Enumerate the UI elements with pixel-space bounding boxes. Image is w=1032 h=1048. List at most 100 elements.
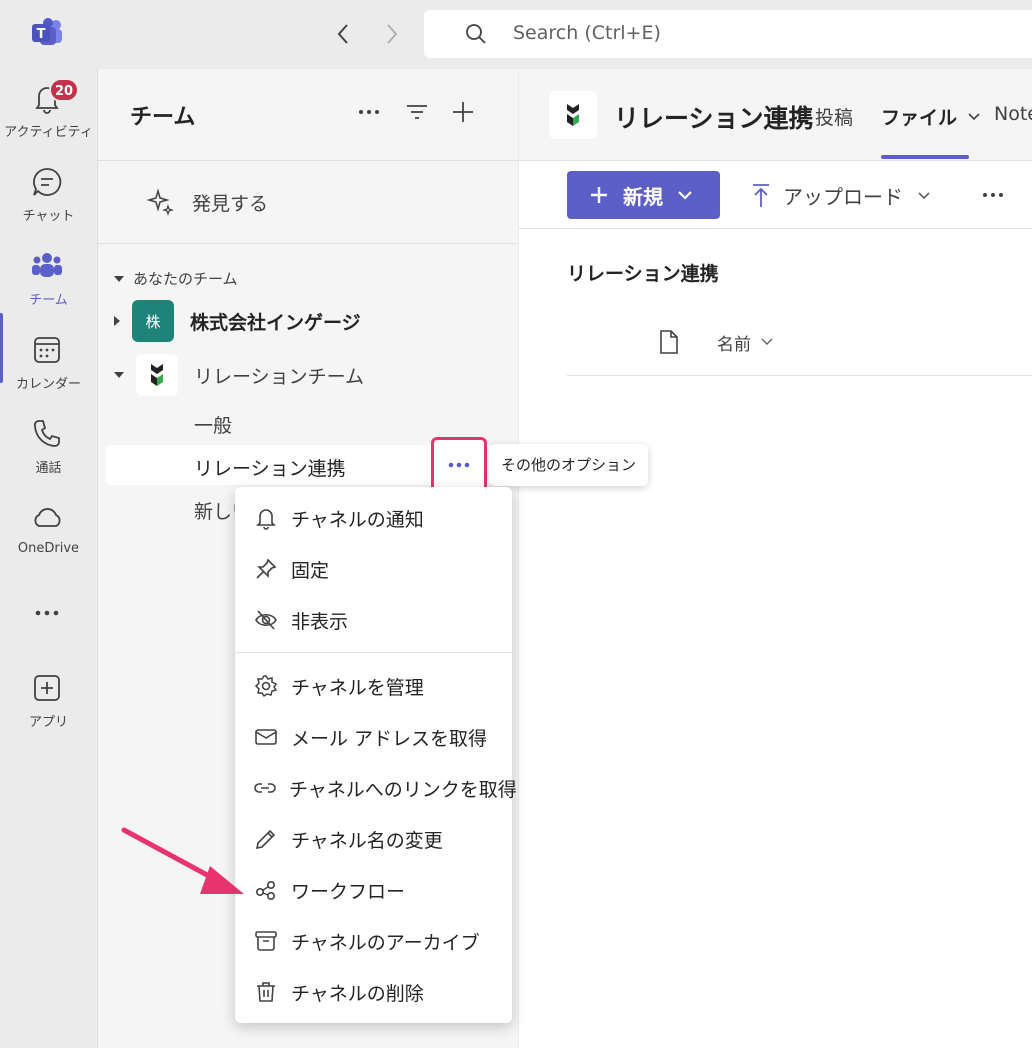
- bell-icon: [253, 505, 279, 531]
- pin-icon: [253, 556, 279, 582]
- back-button[interactable]: [331, 20, 355, 48]
- menu-item-rename[interactable]: チャネル名の変更: [235, 817, 512, 861]
- workflow-icon: [253, 877, 279, 903]
- menu-item-archive[interactable]: チャネルのアーカイブ: [235, 919, 512, 963]
- tab-notes[interactable]: Note: [994, 103, 1032, 125]
- search-input[interactable]: Search (Ctrl+E): [424, 10, 1032, 58]
- menu-item-label: 非表示: [291, 610, 349, 633]
- page-title: チーム: [130, 105, 196, 130]
- rail-label: チャット: [22, 209, 75, 224]
- rail-item-chat[interactable]: チャット: [0, 153, 97, 231]
- file-icon: [660, 330, 678, 354]
- sparkle-icon: [146, 188, 174, 216]
- new-button[interactable]: 新規: [567, 171, 720, 219]
- plus-icon: [591, 187, 607, 203]
- gear-icon: [253, 673, 279, 699]
- toolbar-more-button[interactable]: [981, 181, 1005, 209]
- menu-item-label: チャネルへのリンクを取得: [289, 778, 517, 801]
- rail-item-onedrive[interactable]: OneDrive: [0, 489, 97, 567]
- chevron-down-icon: [678, 191, 692, 200]
- mail-icon: [253, 724, 279, 750]
- channel-context-menu: チャネルの通知 固定 非表示 チャネルを管理 メール アドレスを取得 チャネルへ…: [235, 487, 517, 1023]
- more-icon: [359, 110, 379, 114]
- chevron-down-icon: [761, 338, 773, 345]
- channel-item-general[interactable]: 一般: [194, 411, 232, 438]
- title-bar: T Search (Ctrl+E): [0, 0, 1032, 69]
- menu-item-pin[interactable]: 固定: [235, 547, 512, 591]
- tab-files[interactable]: ファイル: [881, 103, 981, 130]
- rail-item-apps[interactable]: アプリ: [0, 659, 97, 737]
- menu-item-label: メール アドレスを取得: [291, 727, 488, 750]
- plus-icon: [453, 102, 473, 122]
- rail-more-button[interactable]: [0, 584, 97, 634]
- forward-button[interactable]: [380, 20, 404, 48]
- team-item-relation[interactable]: リレーションチーム: [114, 354, 364, 396]
- menu-item-label: チャネル名の変更: [291, 829, 443, 852]
- more-icon: [983, 193, 1003, 197]
- annotation-arrow-icon: [121, 827, 244, 894]
- divider: [567, 375, 1032, 376]
- files-toolbar: 新規 アップロード: [519, 161, 1032, 229]
- menu-item-label: チャネルの通知: [291, 508, 424, 531]
- team-avatar: [136, 354, 178, 396]
- menu-item-label: チャネルのアーカイブ: [291, 931, 480, 954]
- tooltip: その他のオプション: [489, 444, 648, 486]
- menu-item-get-email[interactable]: メール アドレスを取得: [235, 715, 512, 759]
- trash-icon: [253, 979, 279, 1005]
- upload-button[interactable]: アップロード: [751, 181, 931, 210]
- filter-button[interactable]: [402, 97, 432, 127]
- chevron-down-icon: [114, 275, 124, 282]
- cloud-icon: [30, 501, 64, 535]
- app-rail: 20 アクティビティ チャット チーム カレンダー 通話 OneDrive アプ…: [0, 69, 97, 1048]
- team-item-ingage[interactable]: 株 株式会社インゲージ: [114, 300, 361, 342]
- calendar-icon: [30, 333, 64, 367]
- menu-item-hide[interactable]: 非表示: [235, 598, 512, 642]
- tab-files-label: ファイル: [881, 107, 958, 129]
- activity-badge: 20: [49, 78, 79, 102]
- rail-label: アクティビティ: [4, 125, 93, 140]
- section-label: あなたのチーム: [133, 270, 238, 288]
- rail-label: チーム: [29, 293, 68, 308]
- rail-label: OneDrive: [17, 541, 80, 556]
- channel-header: リレーション連携 投稿 ファイル Note: [519, 69, 1032, 161]
- menu-item-notifications[interactable]: チャネルの通知: [235, 496, 512, 540]
- menu-item-manage-channel[interactable]: チャネルを管理: [235, 664, 512, 708]
- rail-item-teams[interactable]: チーム: [0, 237, 97, 315]
- search-placeholder: Search (Ctrl+E): [513, 22, 661, 44]
- team-avatar: 株: [132, 300, 174, 342]
- teams-logo-icon: T: [30, 17, 64, 49]
- divider: [98, 243, 519, 244]
- more-icon: [448, 462, 470, 468]
- tab-indicator: [881, 155, 969, 159]
- team-name: 株式会社インゲージ: [190, 311, 361, 334]
- rail-item-calendar[interactable]: カレンダー: [0, 321, 97, 399]
- channel-item-relation-link[interactable]: リレーション連携: [194, 454, 346, 481]
- menu-item-get-link[interactable]: チャネルへのリンクを取得: [235, 766, 517, 810]
- filter-icon: [407, 105, 427, 119]
- add-team-button[interactable]: [448, 97, 478, 127]
- upload-icon: [753, 183, 769, 207]
- rail-label: カレンダー: [15, 377, 81, 392]
- eye-off-icon: [253, 607, 279, 633]
- panel-more-button[interactable]: [354, 97, 384, 127]
- chevron-down-icon: [918, 191, 930, 199]
- team-name: リレーションチーム: [194, 365, 365, 388]
- upload-label: アップロード: [783, 185, 903, 209]
- menu-item-delete[interactable]: チャネルの削除: [235, 970, 512, 1014]
- rail-item-calls[interactable]: 通話: [0, 405, 97, 483]
- search-icon: [464, 22, 488, 46]
- menu-item-label: 固定: [291, 559, 330, 582]
- channel-more-options-button[interactable]: [431, 437, 487, 493]
- svg-text:T: T: [37, 27, 46, 42]
- section-your-teams[interactable]: あなたのチーム: [114, 268, 238, 289]
- channel-title: リレーション連携: [614, 104, 814, 133]
- pencil-icon: [253, 826, 279, 852]
- main-content: リレーション連携 投稿 ファイル Note 新規 アップロード リレーション連携…: [519, 69, 1032, 1048]
- phone-icon: [30, 417, 64, 451]
- menu-item-workflow[interactable]: ワークフロー: [235, 868, 512, 912]
- column-header-name[interactable]: 名前: [659, 329, 773, 355]
- rail-item-activity[interactable]: 20 アクティビティ: [0, 69, 97, 147]
- tab-posts[interactable]: 投稿: [815, 103, 853, 130]
- discover-button[interactable]: 発見する: [146, 187, 268, 217]
- menu-item-label: ワークフロー: [291, 880, 406, 903]
